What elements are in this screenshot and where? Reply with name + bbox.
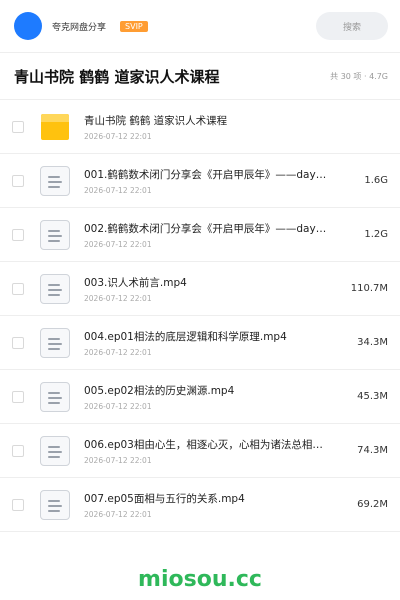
item-date: 2026-07-12 22:01 (84, 185, 152, 195)
video-file-icon (38, 488, 72, 522)
file-list: 青山书院 鹤鹤 道家识人术课程 2026-07-12 22:01 001.鹤鹤数术闭… (0, 100, 400, 532)
video-file-icon (38, 272, 72, 306)
item-date: 2026-07-12 22:01 (84, 239, 152, 249)
row-checkbox[interactable] (12, 444, 24, 457)
file-row[interactable]: 005.ep02相法的历史渊源.mp4 2026-07-12 22:01 45.3M (0, 370, 400, 424)
item-info: 002.鹤鹤数术闭门分享会《开启甲辰年》——day… 2026-07-12 22:… (84, 221, 334, 249)
item-size: 69.2M (357, 499, 388, 510)
item-info: 003.识人术前言.mp4 2026-07-12 22:01 (84, 275, 334, 303)
avatar[interactable] (14, 12, 42, 40)
file-row[interactable]: 001.鹤鹤数术闭门分享会《开启甲辰年》——day… 2026-07-12 22:… (0, 154, 400, 208)
item-date: 2026-07-12 22:01 (84, 293, 152, 303)
item-info: 004.ep01相法的底层逻辑和科学原理.mp4 2026-07-12 22:01 (84, 329, 334, 357)
row-checkbox[interactable] (12, 228, 24, 241)
item-info: 006.ep03相由心生，相逐心灭，心相为诸法总相… 2026-07-12 22:… (84, 437, 334, 465)
item-name: 005.ep02相法的历史渊源.mp4 (84, 384, 235, 397)
item-date: 2026-07-12 22:01 (84, 401, 152, 411)
item-name: 006.ep03相由心生，相逐心灭，心相为诸法总相… (84, 438, 323, 451)
item-date: 2026-07-12 22:01 (84, 131, 152, 141)
row-checkbox[interactable] (12, 120, 24, 133)
video-file-icon (38, 380, 72, 414)
search-button[interactable]: 搜索 (316, 12, 388, 40)
folder-row[interactable]: 青山书院 鹤鹤 道家识人术课程 2026-07-12 22:01 (0, 100, 400, 154)
file-row[interactable]: 003.识人术前言.mp4 2026-07-12 22:01 110.7M (0, 262, 400, 316)
row-checkbox[interactable] (12, 390, 24, 403)
video-file-icon (38, 434, 72, 468)
item-info: 001.鹤鹤数术闭门分享会《开启甲辰年》——day… 2026-07-12 22:… (84, 167, 334, 195)
item-size: 34.3M (357, 337, 388, 348)
row-checkbox[interactable] (12, 336, 24, 349)
item-date: 2026-07-12 22:01 (84, 455, 152, 465)
watermark: miosou.cc (138, 567, 262, 592)
item-name: 003.识人术前言.mp4 (84, 276, 187, 289)
item-name: 002.鹤鹤数术闭门分享会《开启甲辰年》——day… (84, 222, 327, 235)
item-info: 007.ep05面相与五行的关系.mp4 2026-07-12 22:01 (84, 491, 334, 519)
file-row[interactable]: 007.ep05面相与五行的关系.mp4 2026-07-12 22:01 69.2… (0, 478, 400, 532)
svip-badge: SVIP (120, 20, 148, 32)
folder-header: 青山书院 鹤鹤 道家识人术课程 共 30 项 · 4.7G (0, 53, 400, 100)
item-name: 004.ep01相法的底层逻辑和科学原理.mp4 (84, 330, 287, 343)
item-size: 1.6G (364, 175, 388, 186)
item-name: 007.ep05面相与五行的关系.mp4 (84, 492, 245, 505)
page-title: 青山书院 鹤鹤 道家识人术课程 (14, 67, 220, 86)
item-size: 45.3M (357, 391, 388, 402)
video-file-icon (38, 164, 72, 198)
folder-meta: 共 30 项 · 4.7G (330, 71, 388, 81)
top-bar: 夸克网盘分享 SVIP 搜索 (0, 0, 400, 52)
item-name: 001.鹤鹤数术闭门分享会《开启甲辰年》——day… (84, 168, 327, 181)
row-checkbox[interactable] (12, 498, 24, 511)
item-size: 110.7M (350, 283, 388, 294)
item-date: 2026-07-12 22:01 (84, 509, 152, 519)
item-size: 1.2G (364, 229, 388, 240)
file-row[interactable]: 002.鹤鹤数术闭门分享会《开启甲辰年》——day… 2026-07-12 22:… (0, 208, 400, 262)
item-date: 2026-07-12 22:01 (84, 347, 152, 357)
file-row[interactable]: 004.ep01相法的底层逻辑和科学原理.mp4 2026-07-12 22:01… (0, 316, 400, 370)
file-row[interactable]: 006.ep03相由心生，相逐心灭，心相为诸法总相… 2026-07-12 22:… (0, 424, 400, 478)
video-file-icon (38, 218, 72, 252)
username: 夸克网盘分享 (52, 22, 107, 33)
item-info: 005.ep02相法的历史渊源.mp4 2026-07-12 22:01 (84, 383, 334, 411)
row-checkbox[interactable] (12, 174, 24, 187)
item-size: 74.3M (357, 445, 388, 456)
video-file-icon (38, 326, 72, 360)
folder-icon (38, 110, 72, 144)
row-checkbox[interactable] (12, 282, 24, 295)
search-label: 搜索 (342, 22, 361, 33)
item-info: 青山书院 鹤鹤 道家识人术课程 2026-07-12 22:01 (84, 113, 334, 141)
item-name: 青山书院 鹤鹤 道家识人术课程 (84, 114, 228, 127)
